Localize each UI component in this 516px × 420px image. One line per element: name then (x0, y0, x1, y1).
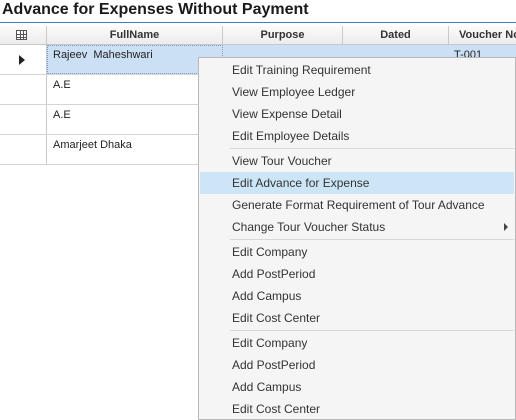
menu-separator (230, 330, 514, 331)
row-selector[interactable] (0, 75, 47, 104)
row-selector[interactable] (0, 135, 47, 164)
column-header-dated[interactable]: Dated (343, 26, 449, 45)
cell-fullname[interactable]: Amarjeet Dhaka (47, 135, 223, 164)
menu-item-edit-cost-center[interactable]: Edit Cost Center (200, 398, 514, 420)
column-chooser-button[interactable] (0, 26, 47, 45)
menu-item-add-postperiod[interactable]: Add PostPeriod (200, 263, 514, 285)
cell-fullname[interactable]: Rajeev Maheshwari (47, 45, 223, 74)
column-header-purpose[interactable]: Purpose (223, 26, 343, 45)
menu-item-add-campus[interactable]: Add Campus (200, 376, 514, 398)
chevron-right-icon (504, 223, 508, 231)
menu-item-view-expense-detail[interactable]: View Expense Detail (200, 103, 514, 125)
menu-item-edit-company[interactable]: Edit Company (200, 332, 514, 354)
grid-icon (16, 30, 27, 40)
cell-fullname[interactable]: A.E (47, 105, 223, 134)
row-pointer-icon (19, 55, 25, 65)
menu-item-label: Change Tour Voucher Status (232, 220, 386, 234)
column-header-fullname[interactable]: FullName (47, 26, 223, 45)
menu-item-edit-cost-center[interactable]: Edit Cost Center (200, 307, 514, 329)
context-menu: Edit Training Requirement View Employee … (198, 57, 516, 420)
page-title: Advance for Expenses Without Payment (2, 1, 309, 18)
menu-item-edit-employee-details[interactable]: Edit Employee Details (200, 125, 514, 147)
row-selector[interactable] (0, 45, 47, 74)
menu-item-edit-company[interactable]: Edit Company (200, 241, 514, 263)
menu-item-add-campus[interactable]: Add Campus (200, 285, 514, 307)
menu-item-add-postperiod[interactable]: Add PostPeriod (200, 354, 514, 376)
menu-item-edit-training-requirement[interactable]: Edit Training Requirement (200, 59, 514, 81)
row-selector[interactable] (0, 105, 47, 134)
title-bar: Advance for Expenses Without Payment (0, 0, 516, 23)
menu-item-view-tour-voucher[interactable]: View Tour Voucher (200, 150, 514, 172)
menu-separator (230, 239, 514, 240)
cell-fullname[interactable]: A.E (47, 75, 223, 104)
menu-separator (230, 148, 514, 149)
menu-item-change-tour-voucher-status[interactable]: Change Tour Voucher Status (200, 216, 514, 238)
menu-item-edit-advance-for-expense[interactable]: Edit Advance for Expense (200, 172, 514, 194)
menu-item-view-employee-ledger[interactable]: View Employee Ledger (200, 81, 514, 103)
column-header-voucher-no[interactable]: Voucher No (449, 26, 516, 45)
menu-item-generate-format-requirement[interactable]: Generate Format Requirement of Tour Adva… (200, 194, 514, 216)
